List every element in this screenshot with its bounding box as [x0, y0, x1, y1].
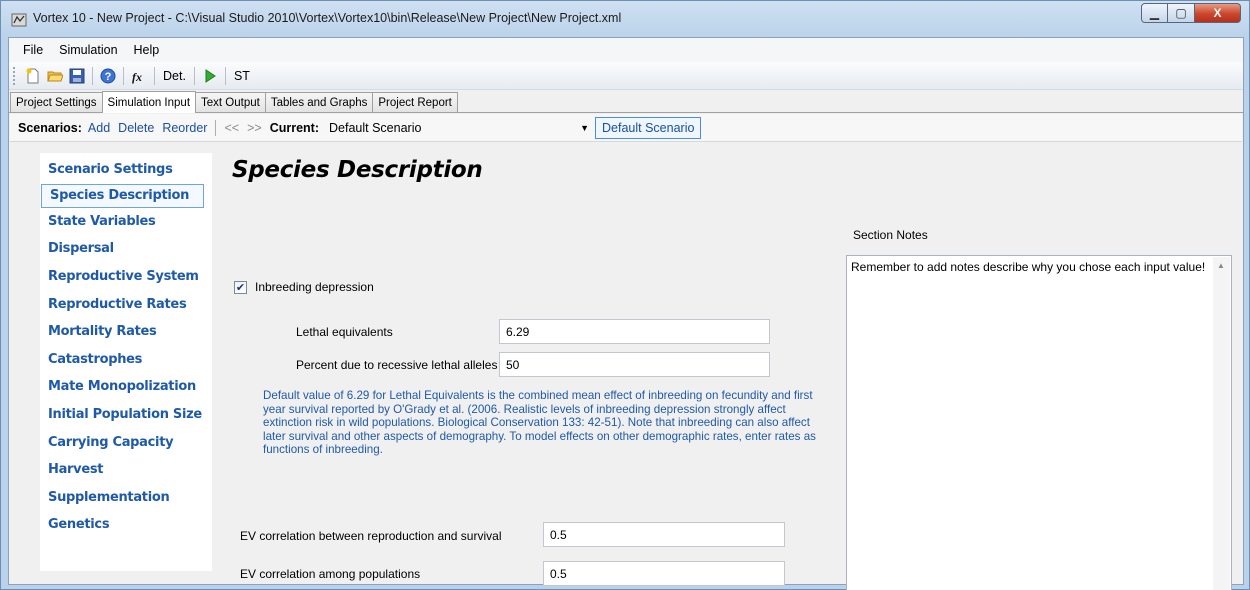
toolbar-separator — [92, 66, 93, 85]
inbreeding-checkbox-label: Inbreeding depression — [255, 280, 374, 294]
nav-scenario-settings[interactable]: Scenario Settings — [40, 156, 212, 184]
add-scenario-link[interactable]: Add — [88, 121, 110, 135]
tab-strip: Project Settings Simulation Input Text O… — [9, 91, 1243, 113]
inbreeding-checkbox-row[interactable]: ✔ Inbreeding depression — [234, 280, 374, 294]
ev-repro-survival-label: EV correlation between reproduction and … — [240, 529, 502, 543]
menu-bar: File Simulation Help — [9, 38, 1243, 62]
nav-mortality-rates[interactable]: Mortality Rates — [40, 318, 212, 346]
help-icon: ? — [100, 68, 116, 83]
run-button[interactable] — [199, 65, 221, 87]
menu-file[interactable]: File — [15, 43, 51, 57]
new-button[interactable] — [22, 65, 44, 87]
previous-scenario-button[interactable]: << — [224, 121, 239, 135]
run-icon — [205, 68, 216, 83]
function-button[interactable]: fx — [128, 65, 150, 87]
nav-supplementation[interactable]: Supplementation — [40, 484, 212, 512]
nav-genetics[interactable]: Genetics — [40, 511, 212, 539]
save-icon — [69, 68, 85, 83]
open-folder-icon — [47, 71, 63, 81]
lethal-equivalents-label: Lethal equivalents — [296, 325, 393, 339]
notes-scrollbar[interactable]: ▲ ▼ — [1213, 257, 1230, 590]
new-icon — [26, 68, 39, 83]
section-notes-textarea[interactable]: Remember to add notes describe why you c… — [846, 255, 1232, 590]
window-title: Vortex 10 - New Project - C:\Visual Stud… — [33, 11, 622, 25]
checkmark-icon: ✔ — [235, 281, 246, 294]
maximize-icon: ▢ — [1175, 6, 1187, 20]
scenario-separator — [215, 119, 217, 136]
next-scenario-button[interactable]: >> — [247, 121, 262, 135]
nav-reproductive-system[interactable]: Reproductive System — [40, 263, 212, 291]
tab-project-report[interactable]: Project Report — [372, 92, 458, 112]
ev-populations-label: EV correlation among populations — [240, 567, 421, 581]
section-notes-label: Section Notes — [853, 228, 928, 242]
tab-text-output[interactable]: Text Output — [195, 92, 266, 112]
save-button[interactable] — [66, 65, 88, 87]
close-button[interactable]: X — [1195, 3, 1241, 23]
page-title: Species Description — [232, 157, 483, 183]
tab-simulation-input[interactable]: Simulation Input — [101, 91, 197, 113]
nav-initial-population-size[interactable]: Initial Population Size — [40, 401, 212, 429]
maximize-button[interactable]: ▢ — [1168, 3, 1195, 23]
toolbar: ? fx Det. ST — [9, 62, 1243, 90]
inbreeding-checkbox[interactable]: ✔ — [234, 280, 247, 294]
app-icon — [11, 12, 27, 28]
open-button[interactable] — [44, 65, 66, 87]
application-window: Vortex 10 - New Project - C:\Visual Stud… — [0, 0, 1250, 590]
help-button[interactable]: ? — [97, 65, 119, 87]
toolbar-separator — [154, 66, 155, 85]
close-icon: X — [1213, 6, 1222, 20]
st-button[interactable]: ST — [230, 69, 254, 83]
percent-recessive-label: Percent due to recessive lethal alleles — [296, 358, 498, 372]
tab-tables-and-graphs[interactable]: Tables and Graphs — [264, 92, 374, 112]
title-bar[interactable]: Vortex 10 - New Project - C:\Visual Stud… — [1, 1, 1249, 37]
reorder-scenario-link[interactable]: Reorder — [162, 121, 207, 135]
menu-help[interactable]: Help — [126, 43, 168, 57]
minimize-icon: ▁ — [1149, 6, 1160, 20]
ev-repro-survival-field[interactable]: 0.5 — [543, 522, 785, 547]
scenarios-label: Scenarios: — [18, 120, 82, 135]
function-icon: fx — [132, 70, 142, 84]
toolbar-separator — [193, 66, 195, 85]
current-scenario-value: Default Scenario — [329, 120, 422, 135]
det-button[interactable]: Det. — [159, 69, 190, 83]
tab-project-settings[interactable]: Project Settings — [10, 92, 103, 112]
nav-dispersal[interactable]: Dispersal — [40, 235, 212, 263]
percent-recessive-field[interactable]: 50 — [499, 352, 770, 377]
scenario-name-button[interactable]: Default Scenario — [595, 116, 702, 139]
client-area: File Simulation Help ? fx Det. ST Projec… — [8, 37, 1244, 590]
nav-reproductive-rates[interactable]: Reproductive Rates — [40, 290, 212, 318]
minimize-button[interactable]: ▁ — [1141, 3, 1168, 23]
scenario-bar: Scenarios: Add Delete Reorder << >> Curr… — [10, 114, 1242, 142]
ev-populations-field[interactable]: 0.5 — [543, 561, 785, 586]
main-content: Scenario Settings Species Description St… — [10, 143, 1242, 590]
svg-text:?: ? — [105, 71, 112, 83]
section-nav: Scenario Settings Species Description St… — [40, 153, 212, 571]
scroll-up-icon[interactable]: ▲ — [1217, 259, 1225, 273]
section-notes-text: Remember to add notes describe why you c… — [851, 260, 1206, 274]
nav-catastrophes[interactable]: Catastrophes — [40, 346, 212, 374]
lethal-equivalents-info: Default value of 6.29 for Lethal Equival… — [263, 389, 816, 457]
lethal-equivalents-field[interactable]: 6.29 — [499, 319, 770, 344]
window-controls: ▁ ▢ X — [1141, 3, 1241, 23]
delete-scenario-link[interactable]: Delete — [118, 121, 154, 135]
nav-species-description[interactable]: Species Description — [41, 183, 204, 208]
menu-simulation[interactable]: Simulation — [51, 43, 125, 57]
toolbar-separator — [224, 66, 226, 85]
nav-mate-monopolization[interactable]: Mate Monopolization — [40, 373, 212, 401]
toolbar-separator — [123, 66, 124, 85]
svg-text:fx: fx — [132, 70, 142, 84]
chevron-down-icon: ▼ — [580, 122, 590, 133]
current-scenario-label: Current: — [269, 120, 320, 135]
toolbar-grip[interactable] — [13, 66, 16, 85]
current-scenario-dropdown[interactable]: Default Scenario ▼ — [325, 118, 593, 138]
nav-state-variables[interactable]: State Variables — [40, 208, 212, 236]
nav-carrying-capacity[interactable]: Carrying Capacity — [40, 428, 212, 456]
nav-harvest[interactable]: Harvest — [40, 456, 212, 484]
